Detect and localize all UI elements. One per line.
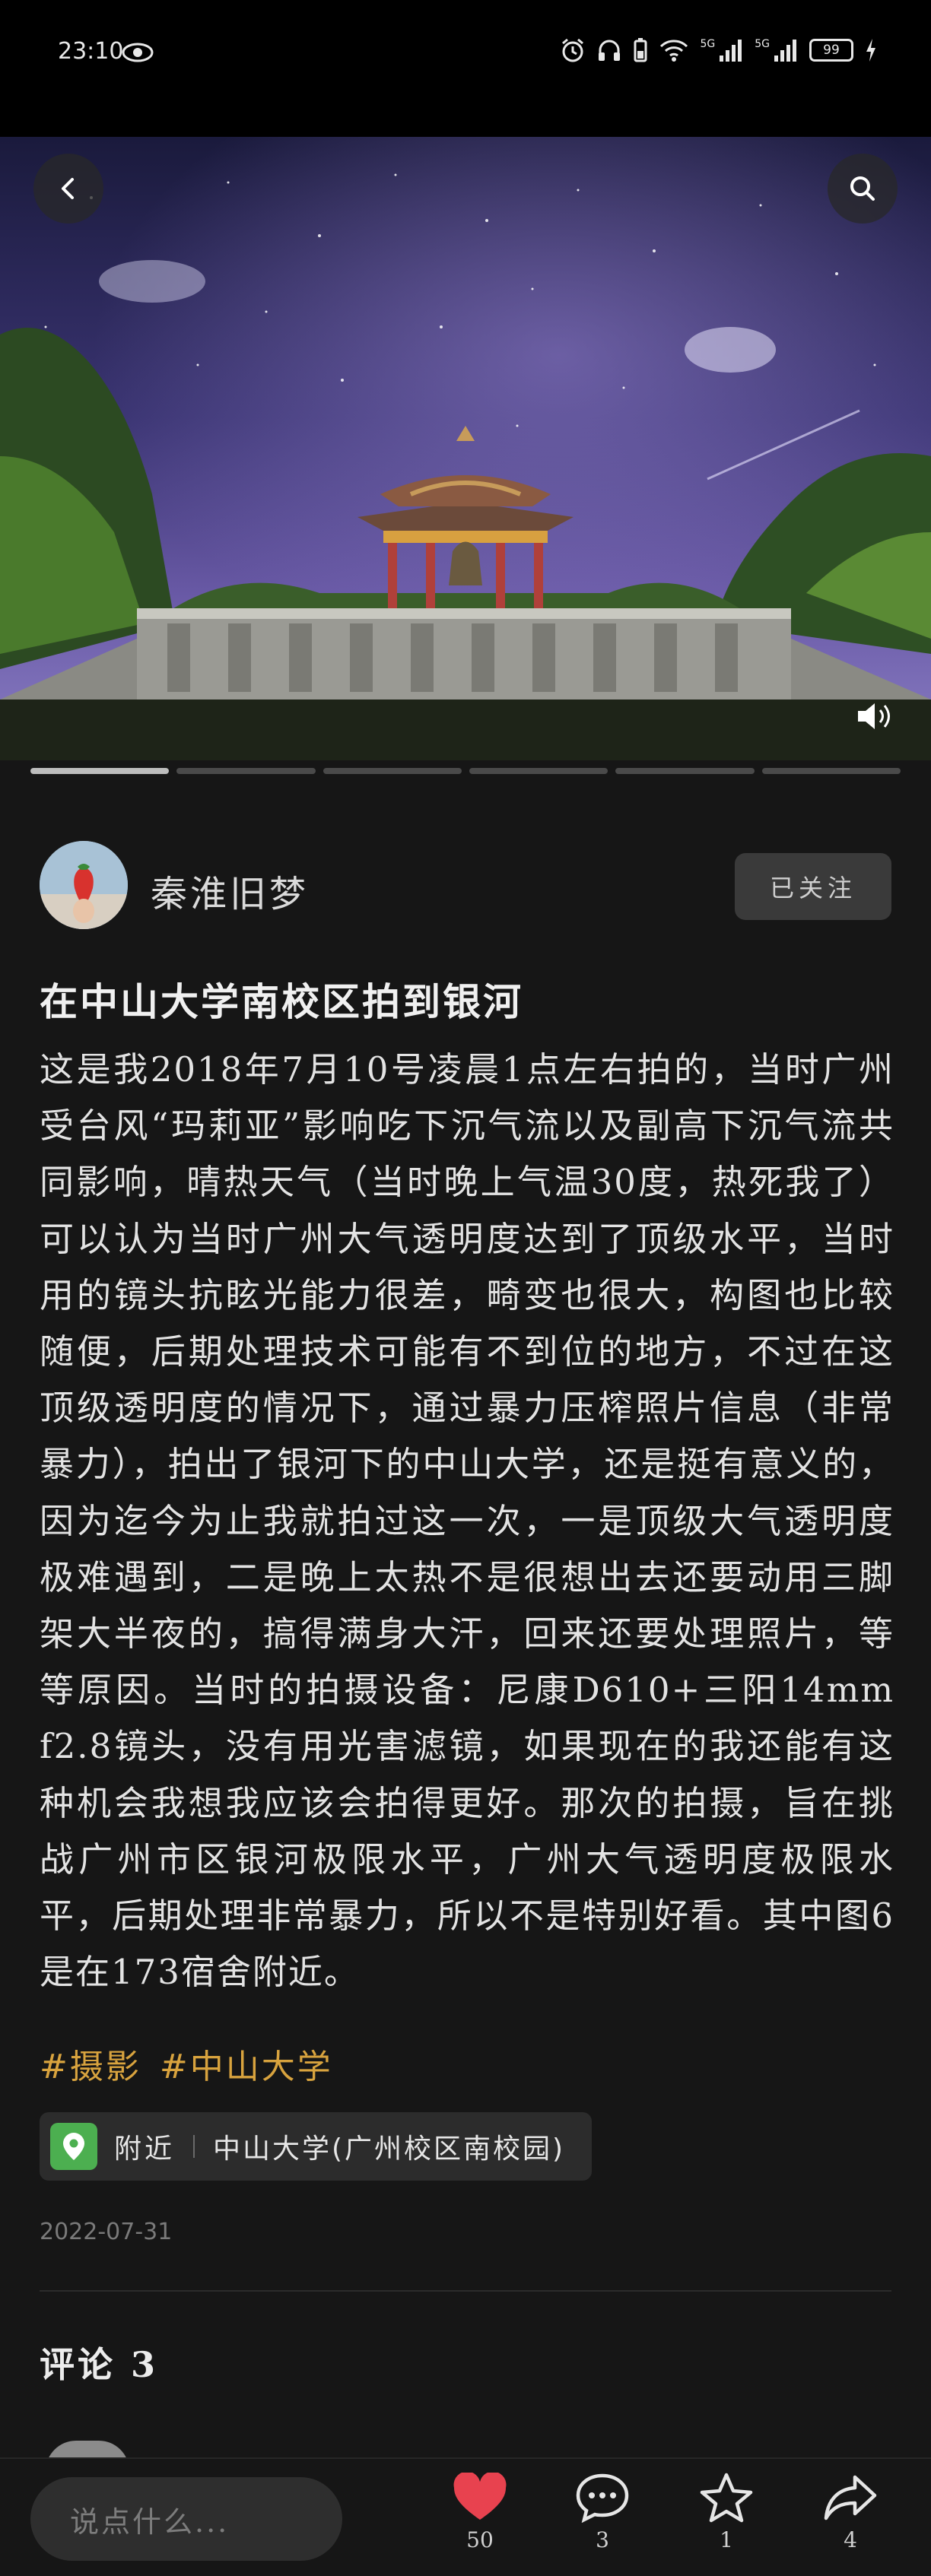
location-name: 中山大学(广州校区南校园) (213, 2133, 566, 2165)
tag-list: #摄影 #中山大学 (40, 2039, 333, 2088)
post-body: 这是我2018年7月10号凌晨1点左右拍的，当时广州受台风“玛莉亚”影响吃下沉气… (40, 1049, 894, 1993)
alarm-icon (562, 38, 584, 62)
tag-link[interactable]: #摄影 (40, 2039, 141, 2088)
post-date: 2022-07-31 (40, 2219, 173, 2245)
slide-indicator (176, 768, 316, 774)
search-button[interactable] (828, 154, 898, 224)
share-count: 4 (844, 2527, 857, 2552)
slide-indicator (615, 768, 755, 774)
hero-image[interactable] (0, 137, 931, 760)
signal-icon (720, 40, 742, 62)
battery-indicator: 99 (809, 39, 853, 62)
author-row: 秦淮旧梦 已关注 (40, 841, 891, 932)
network-label-1: 5G (700, 38, 716, 50)
location-pin-icon (50, 2123, 97, 2170)
search-icon (850, 176, 875, 201)
comment-button[interactable]: 3 (561, 2473, 644, 2571)
wifi-icon (660, 40, 688, 62)
heart-icon (453, 2473, 507, 2520)
battery-saver-icon (634, 38, 647, 62)
slide-indicator (323, 768, 462, 774)
volume-icon[interactable] (855, 700, 898, 733)
comment-bubble-icon (576, 2473, 629, 2523)
headphones-icon (599, 40, 621, 61)
share-icon (824, 2475, 877, 2520)
status-icons: 5G 5G 99 (560, 35, 878, 65)
location-prefix: 附近 (114, 2133, 176, 2165)
author-name[interactable]: 秦淮旧梦 (151, 864, 309, 917)
slide-indicator (30, 768, 170, 774)
share-button[interactable]: 4 (809, 2473, 892, 2571)
signal-icon (774, 40, 796, 62)
avatar-image (40, 841, 128, 929)
back-button[interactable] (33, 154, 103, 224)
slide-indicator (469, 768, 608, 774)
back-icon (62, 178, 74, 199)
follow-button[interactable]: 已关注 (735, 853, 891, 920)
avatar[interactable] (40, 841, 128, 929)
favorite-button[interactable]: 1 (685, 2473, 768, 2571)
divider (40, 2290, 891, 2292)
slide-progress (30, 768, 901, 774)
eye-icon (122, 43, 154, 62)
comment-input[interactable]: 说点什么... (30, 2477, 342, 2561)
comment-count: 3 (596, 2527, 609, 2552)
star-icon (700, 2473, 753, 2523)
comments-title: 评论 3 (40, 2344, 159, 2385)
bottom-action-bar: 说点什么... 50 3 1 4 (0, 2457, 931, 2576)
like-button[interactable]: 50 (438, 2473, 522, 2571)
star-count: 1 (720, 2527, 733, 2552)
network-label-2: 5G (755, 38, 770, 50)
milky-way-photo (0, 137, 931, 760)
status-time: 23:10 (58, 38, 124, 65)
like-count: 50 (466, 2527, 494, 2552)
slide-indicator (761, 768, 901, 774)
charging-icon (866, 39, 875, 62)
location-chip[interactable]: 附近 中山大学(广州校区南校园) (40, 2112, 592, 2181)
status-bar: 23:10 5G 5G 99 (0, 0, 931, 137)
location-divider (193, 2135, 195, 2158)
tag-link[interactable]: #中山大学 (160, 2039, 333, 2088)
post-title: 在中山大学南校区拍到银河 (40, 979, 523, 1024)
